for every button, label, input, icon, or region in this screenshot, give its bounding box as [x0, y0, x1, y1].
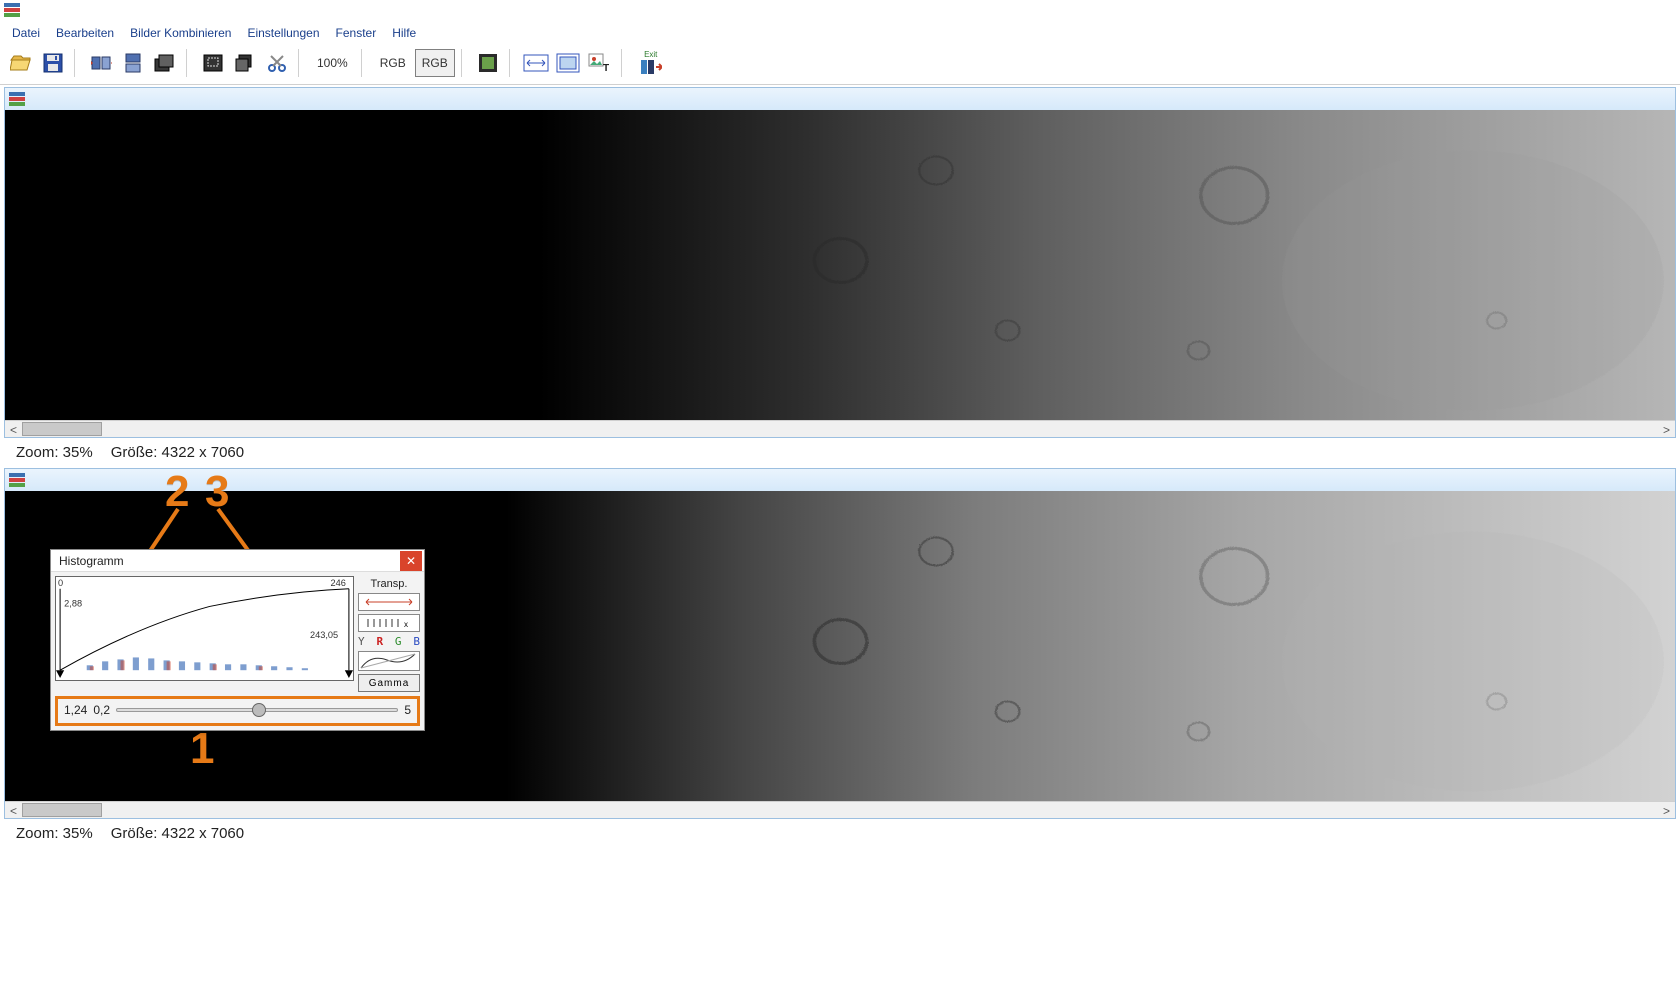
exit-icon	[640, 59, 662, 75]
gamma-value: 1,24	[64, 703, 87, 717]
exit-button[interactable]: Exit	[633, 48, 669, 78]
svg-text:T: T	[603, 63, 609, 73]
transparency-range-button[interactable]	[358, 593, 420, 611]
menubar: Datei Bearbeiten Bilder Kombinieren Eins…	[0, 22, 1680, 46]
gamma-slider[interactable]	[116, 703, 398, 717]
svg-text:x: x	[404, 620, 408, 629]
panel-2-titlebar[interactable]	[5, 469, 1675, 491]
annotation-2: 2	[165, 467, 189, 517]
mirror-horizontal-icon	[90, 53, 112, 73]
annotation-1: 1	[190, 724, 214, 774]
hist-high-marker: 243,05	[310, 630, 338, 640]
close-icon: ✕	[406, 554, 416, 568]
open-button[interactable]	[6, 48, 36, 78]
channel-R[interactable]: R	[376, 635, 383, 648]
hist-low-marker: 2,88	[64, 599, 82, 609]
channel-B[interactable]: B	[413, 635, 420, 648]
menu-help[interactable]: Hilfe	[386, 24, 422, 42]
close-button[interactable]: ✕	[400, 551, 422, 571]
rgb-mode-2-button[interactable]: RGB	[415, 49, 455, 77]
bars-icon: x	[364, 617, 414, 629]
scroll-right-icon[interactable]: >	[1658, 421, 1675, 438]
mirror-h-button[interactable]	[86, 48, 116, 78]
rgb-mode-1-button[interactable]: RGB	[373, 49, 413, 77]
crop-button[interactable]	[198, 48, 228, 78]
image-canvas-1[interactable]	[5, 110, 1675, 420]
layers-icon	[478, 53, 498, 73]
histogram-title: Histogramm	[59, 554, 124, 568]
hist-axis-min: 0	[58, 578, 63, 588]
copy-button[interactable]	[230, 48, 260, 78]
menu-window[interactable]: Fenster	[330, 24, 383, 42]
statusbar-1: Zoom: 35% Größe: 4322 x 7060	[4, 438, 1676, 466]
horizontal-scrollbar-2[interactable]: < >	[5, 801, 1675, 818]
gamma-slider-max: 5	[404, 703, 411, 717]
menu-combine[interactable]: Bilder Kombinieren	[124, 24, 237, 42]
layers-button[interactable]	[473, 48, 503, 78]
gamma-slider-row: 1,24 0,2 5	[55, 696, 420, 726]
curve-icon	[359, 652, 417, 670]
stack-button[interactable]	[150, 48, 180, 78]
image-panel-2: 2 3 1 Histogramm ✕ 0 246	[4, 468, 1676, 819]
scroll-left-icon[interactable]: <	[5, 421, 22, 438]
exit-label: Exit	[644, 51, 657, 59]
toolbar: 100% RGB RGB T Exit	[0, 46, 1680, 85]
crop-icon	[203, 54, 223, 72]
size-readout-2: Größe: 4322 x 7060	[111, 825, 244, 842]
gamma-slider-knob[interactable]	[252, 703, 266, 717]
scroll-left-icon[interactable]: <	[5, 802, 22, 819]
cut-button[interactable]	[262, 48, 292, 78]
horizontal-scrollbar-1[interactable]: < >	[5, 420, 1675, 437]
menu-edit[interactable]: Bearbeiten	[50, 24, 120, 42]
panel-1-titlebar[interactable]	[5, 88, 1675, 110]
histogram-titlebar[interactable]: Histogramm ✕	[51, 550, 424, 572]
panel-icon	[9, 472, 25, 488]
save-button[interactable]	[38, 48, 68, 78]
zoom-readout-1: Zoom: 35%	[16, 444, 93, 461]
app-titlebar	[0, 0, 1680, 22]
stack-icon	[153, 53, 177, 73]
zoom-readout-2: Zoom: 35%	[16, 825, 93, 842]
channel-selector[interactable]: Y R G B	[358, 635, 420, 648]
fit-horizontal-icon	[556, 53, 580, 73]
image-panel-1: < >	[4, 87, 1676, 438]
floppy-icon	[43, 53, 63, 73]
fit-height-button[interactable]	[553, 48, 583, 78]
text-tool-button[interactable]: T	[585, 48, 615, 78]
range-icon	[364, 596, 414, 608]
menu-settings[interactable]: Einstellungen	[241, 24, 325, 42]
scroll-thumb[interactable]	[22, 422, 102, 436]
app-icon	[4, 2, 20, 18]
scroll-thumb[interactable]	[22, 803, 102, 817]
scroll-right-icon[interactable]: >	[1658, 802, 1675, 819]
copy-icon	[235, 54, 255, 72]
gamma-slider-min: 0,2	[93, 703, 110, 717]
stretch-button[interactable]: x	[358, 614, 420, 632]
channel-G[interactable]: G	[395, 635, 402, 648]
gamma-button[interactable]: Gamma	[358, 674, 420, 692]
transparency-label: Transp.	[358, 578, 420, 590]
hist-axis-max: 246	[330, 578, 345, 588]
fit-width-button[interactable]	[521, 48, 551, 78]
size-readout-1: Größe: 4322 x 7060	[111, 444, 244, 461]
mirror-v-button[interactable]	[118, 48, 148, 78]
zoom-level-button[interactable]: 100%	[310, 49, 355, 77]
curve-preview[interactable]	[358, 651, 420, 671]
mirror-vertical-icon	[122, 53, 144, 73]
folder-open-icon	[10, 53, 32, 73]
menu-file[interactable]: Datei	[6, 24, 46, 42]
statusbar-2: Zoom: 35% Größe: 4322 x 7060	[4, 819, 1676, 847]
channel-Y[interactable]: Y	[358, 635, 365, 648]
text-tool-icon: T	[588, 53, 612, 73]
panel-icon	[9, 91, 25, 107]
histogram-chart[interactable]: 0 246 2,88 243,05	[55, 576, 354, 681]
histogram-dialog[interactable]: Histogramm ✕ 0 246 2,88 243,05	[50, 549, 425, 731]
annotation-3: 3	[205, 467, 229, 517]
fit-icon	[523, 54, 549, 72]
scissors-icon	[267, 54, 287, 72]
